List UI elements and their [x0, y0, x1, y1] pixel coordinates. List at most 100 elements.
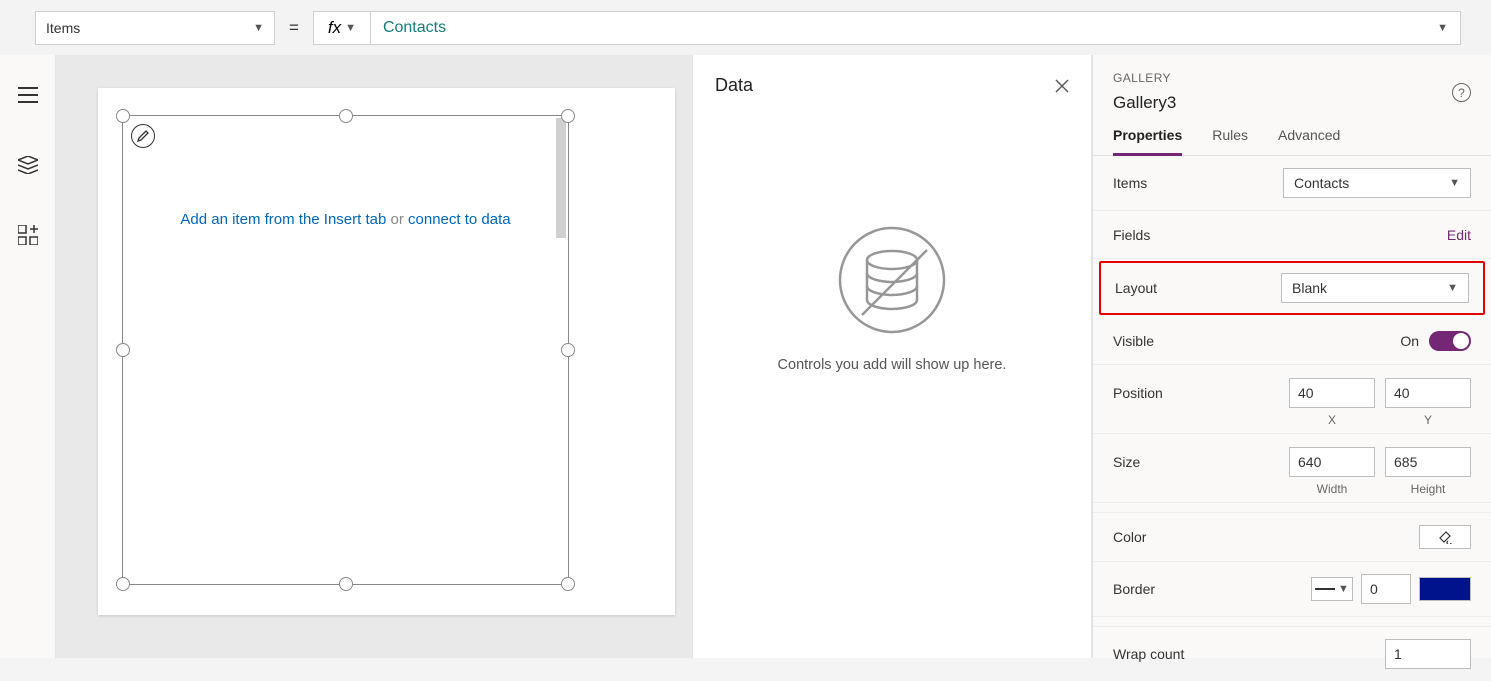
chevron-down-icon: ▼ — [345, 22, 356, 34]
layout-label: Layout — [1115, 280, 1157, 296]
position-y-input[interactable] — [1385, 378, 1471, 408]
spacer — [1093, 617, 1491, 627]
color-label: Color — [1113, 529, 1146, 545]
tree-view-button[interactable] — [0, 145, 55, 185]
visible-value: On — [1400, 333, 1419, 349]
data-pane-header: Data — [693, 55, 1091, 116]
hint-or: or — [386, 211, 408, 228]
wrap-count-input[interactable] — [1385, 639, 1471, 669]
chevron-down-icon: ▼ — [1437, 22, 1448, 34]
wrap-count-label: Wrap count — [1113, 646, 1184, 662]
property-body: Items Contacts ▼ Fields Edit Layout Blan… — [1093, 156, 1491, 681]
resize-handle[interactable] — [339, 577, 353, 591]
size-row: Size — [1093, 434, 1491, 482]
resize-handle[interactable] — [339, 109, 353, 123]
insert-tab-link[interactable]: Add an item from the Insert tab — [180, 211, 386, 228]
position-inputs — [1289, 378, 1471, 408]
insert-button[interactable] — [0, 215, 55, 255]
gallery-control[interactable]: Add an item from the Insert tab or conne… — [122, 115, 569, 585]
property-dropdown[interactable]: Items ▼ — [35, 11, 275, 45]
tab-advanced[interactable]: Advanced — [1278, 127, 1340, 155]
resize-handle[interactable] — [116, 109, 130, 123]
visible-label: Visible — [1113, 333, 1154, 349]
position-x-caption: X — [1289, 413, 1375, 427]
size-inputs — [1289, 447, 1471, 477]
gallery-hint: Add an item from the Insert tab or conne… — [123, 211, 568, 228]
close-button[interactable] — [1055, 79, 1069, 93]
size-width-input[interactable] — [1289, 447, 1375, 477]
resize-handle[interactable] — [116, 577, 130, 591]
size-height-caption: Height — [1385, 482, 1471, 496]
data-pane: Data Controls you add will show up here. — [692, 55, 1092, 658]
layers-icon — [18, 156, 38, 174]
visible-toggle-wrap: On — [1400, 331, 1471, 351]
chevron-down-icon: ▼ — [253, 22, 264, 34]
formula-bar: Items ▼ = fx ▼ Contacts ▼ — [0, 0, 1491, 55]
position-x-input[interactable] — [1289, 378, 1375, 408]
canvas-page[interactable]: Add an item from the Insert tab or conne… — [98, 88, 675, 615]
control-category: GALLERY — [1113, 71, 1471, 85]
position-row: Position — [1093, 365, 1491, 413]
resize-handle[interactable] — [561, 109, 575, 123]
size-height-input[interactable] — [1385, 447, 1471, 477]
border-color-picker[interactable] — [1419, 577, 1471, 601]
data-empty-state: Controls you add will show up here. — [693, 225, 1091, 373]
chevron-down-icon: ▼ — [1447, 282, 1458, 294]
property-panel-header: GALLERY Gallery3 ? — [1093, 55, 1491, 113]
formula-text: Contacts — [383, 19, 446, 37]
database-empty-icon — [693, 225, 1091, 335]
data-pane-title: Data — [715, 75, 753, 96]
hamburger-icon — [18, 87, 38, 103]
formula-input[interactable]: Contacts ▼ — [371, 11, 1461, 45]
spacer — [1093, 503, 1491, 513]
position-y-caption: Y — [1385, 413, 1471, 427]
tab-properties[interactable]: Properties — [1113, 127, 1182, 156]
tab-rules[interactable]: Rules — [1212, 127, 1248, 155]
resize-handle[interactable] — [561, 343, 575, 357]
layout-dropdown[interactable]: Blank ▼ — [1281, 273, 1469, 303]
position-captions: X Y — [1093, 413, 1491, 434]
position-label: Position — [1113, 385, 1163, 401]
help-icon: ? — [1458, 86, 1465, 100]
close-icon — [1055, 79, 1069, 93]
connect-data-link[interactable]: connect to data — [408, 211, 511, 228]
size-width-caption: Width — [1289, 482, 1375, 496]
size-label: Size — [1113, 454, 1140, 470]
pencil-icon — [137, 130, 149, 142]
control-name[interactable]: Gallery3 — [1113, 93, 1471, 113]
items-label: Items — [1113, 175, 1147, 191]
border-controls: ▼ — [1311, 574, 1471, 604]
visible-toggle[interactable] — [1429, 331, 1471, 351]
layout-row: Layout Blank ▼ — [1099, 261, 1485, 315]
color-picker[interactable] — [1419, 525, 1471, 549]
left-rail — [0, 55, 56, 658]
edit-button[interactable] — [131, 124, 155, 148]
chevron-down-icon: ▼ — [1449, 177, 1460, 189]
property-panel: GALLERY Gallery3 ? Properties Rules Adva… — [1092, 55, 1491, 658]
property-dropdown-label: Items — [46, 20, 80, 36]
items-dropdown[interactable]: Contacts ▼ — [1283, 168, 1471, 198]
fx-button[interactable]: fx ▼ — [313, 11, 371, 45]
fields-label: Fields — [1113, 227, 1150, 243]
line-icon — [1315, 588, 1335, 590]
fields-edit-link[interactable]: Edit — [1447, 227, 1471, 243]
fields-row: Fields Edit — [1093, 211, 1491, 259]
data-empty-caption: Controls you add will show up here. — [693, 357, 1091, 373]
visible-row: Visible On — [1093, 317, 1491, 365]
border-row: Border ▼ — [1093, 562, 1491, 617]
wrap-count-row: Wrap count — [1093, 627, 1491, 681]
hamburger-menu-button[interactable] — [0, 75, 55, 115]
canvas-area: Add an item from the Insert tab or conne… — [56, 55, 692, 658]
resize-handle[interactable] — [116, 343, 130, 357]
help-button[interactable]: ? — [1452, 83, 1471, 102]
color-row: Color — [1093, 513, 1491, 562]
paint-icon — [1438, 530, 1452, 544]
layout-value: Blank — [1292, 280, 1327, 296]
resize-handle[interactable] — [561, 577, 575, 591]
chevron-down-icon: ▼ — [1338, 583, 1349, 595]
border-style-dropdown[interactable]: ▼ — [1311, 577, 1353, 601]
items-row: Items Contacts ▼ — [1093, 156, 1491, 211]
fx-label: fx — [328, 18, 341, 38]
border-label: Border — [1113, 581, 1155, 597]
border-width-input[interactable] — [1361, 574, 1411, 604]
